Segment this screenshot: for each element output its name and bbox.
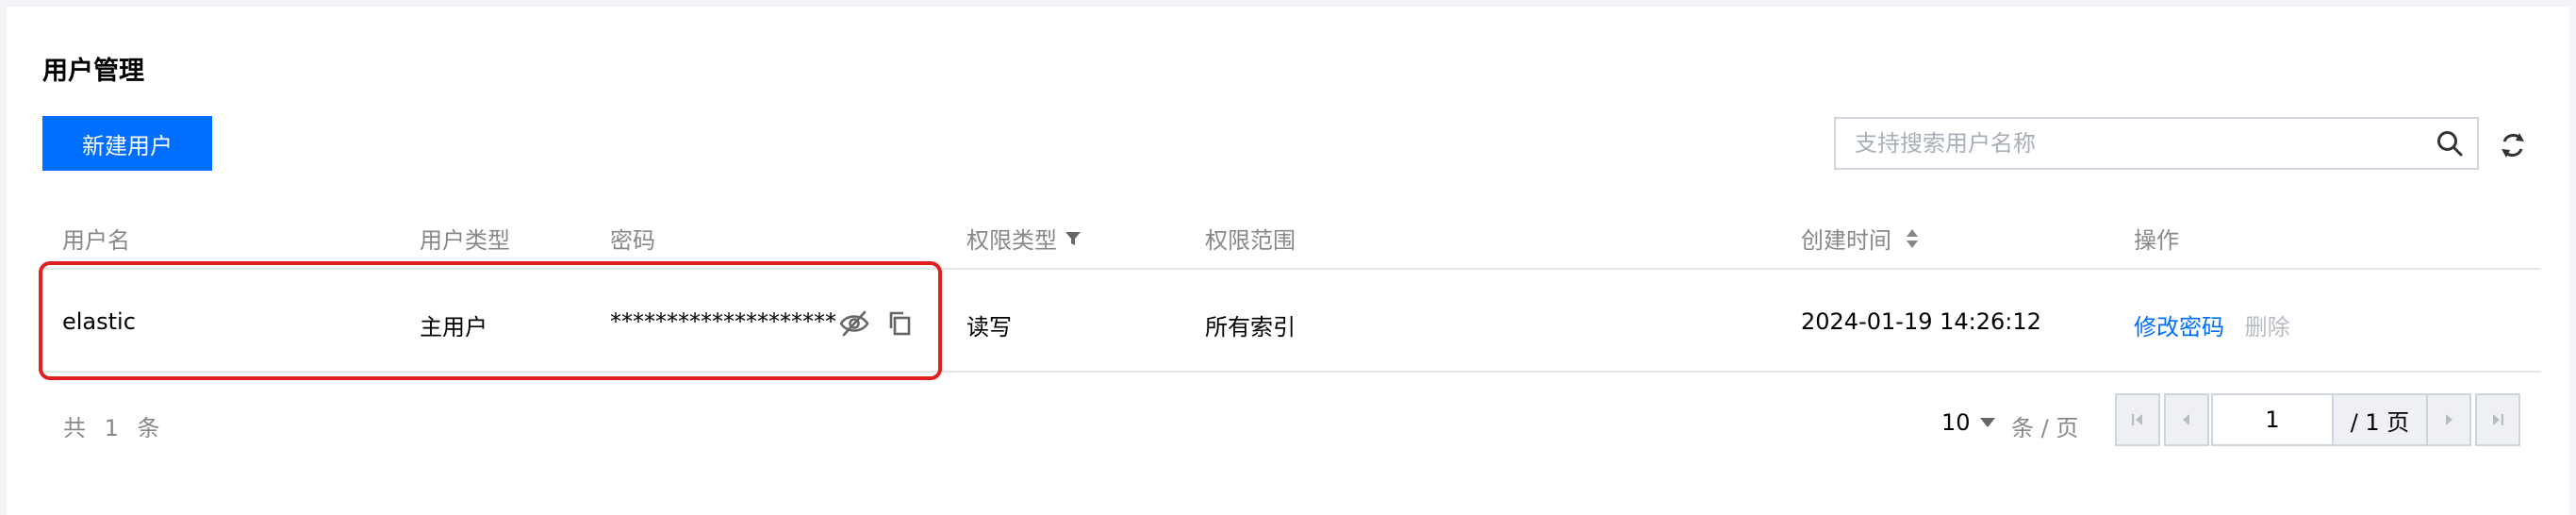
- cell-created-at: 2024-01-19 14:26:12: [1801, 308, 2041, 335]
- next-page-button[interactable]: [2426, 393, 2471, 446]
- search-icon[interactable]: [2436, 129, 2464, 158]
- edit-password-link[interactable]: 修改密码: [2134, 314, 2224, 341]
- search-input[interactable]: [1836, 119, 2420, 168]
- total-pages: / 1 页: [2332, 393, 2428, 446]
- chevron-down-icon: [1979, 418, 1995, 427]
- delete-link[interactable]: 删除: [2245, 314, 2290, 341]
- cell-permission-scope: 所有索引: [1205, 314, 1296, 341]
- create-user-button[interactable]: 新建用户: [42, 116, 212, 171]
- column-header-user-type: 用户类型: [420, 222, 510, 255]
- refresh-icon[interactable]: [2498, 130, 2528, 160]
- cell-permission-type: 读写: [966, 314, 1012, 341]
- last-page-button[interactable]: [2475, 393, 2520, 446]
- prev-page-button[interactable]: [2164, 393, 2209, 446]
- column-header-label: 密码: [610, 227, 655, 254]
- search-box: [1834, 117, 2479, 170]
- column-header-label: 用户类型: [420, 227, 510, 254]
- column-header-permission-scope: 权限范围: [1205, 222, 1296, 255]
- cell-user-type: 主用户: [420, 314, 487, 341]
- column-header-label: 权限范围: [1205, 227, 1296, 254]
- column-header-label: 权限类型: [966, 227, 1057, 254]
- column-header-created-at[interactable]: 创建时间: [1801, 222, 1920, 255]
- page-size-select[interactable]: 10: [1941, 409, 1995, 436]
- cell-actions: 修改密码 删除: [2134, 308, 2290, 341]
- table-header-divider: [42, 268, 2541, 270]
- column-header-username: 用户名: [62, 222, 130, 255]
- page-size-value: 10: [1941, 409, 1971, 436]
- column-header-password: 密码: [610, 222, 655, 255]
- prev-page-icon: [2183, 414, 2189, 425]
- first-page-icon: [2132, 414, 2142, 425]
- current-page-input[interactable]: [2211, 393, 2334, 446]
- eye-slash-icon[interactable]: [838, 309, 870, 338]
- user-management-panel: 用户管理 新建用户 用户名 用户类型 密码 权限类型 权限范围 创建时间: [7, 7, 2569, 515]
- last-page-icon: [2493, 414, 2503, 425]
- column-header-label: 创建时间: [1801, 227, 1891, 254]
- page-title: 用户管理: [42, 57, 144, 86]
- per-page-label: 条 / 页: [2011, 415, 2079, 441]
- copy-icon[interactable]: [887, 310, 912, 337]
- total-count: 共 1 条: [63, 415, 166, 441]
- column-header-permission-type: 权限类型: [966, 222, 1082, 255]
- next-page-icon: [2446, 414, 2452, 425]
- cell-username: elastic: [62, 308, 136, 335]
- column-header-actions: 操作: [2134, 222, 2179, 255]
- column-header-label: 操作: [2134, 227, 2179, 254]
- first-page-button[interactable]: [2115, 393, 2160, 446]
- table-row-divider: [42, 371, 2541, 373]
- sort-icon[interactable]: [1905, 228, 1920, 249]
- column-header-label: 用户名: [62, 227, 130, 254]
- filter-icon[interactable]: [1065, 230, 1082, 247]
- cell-password: ********************: [610, 308, 836, 335]
